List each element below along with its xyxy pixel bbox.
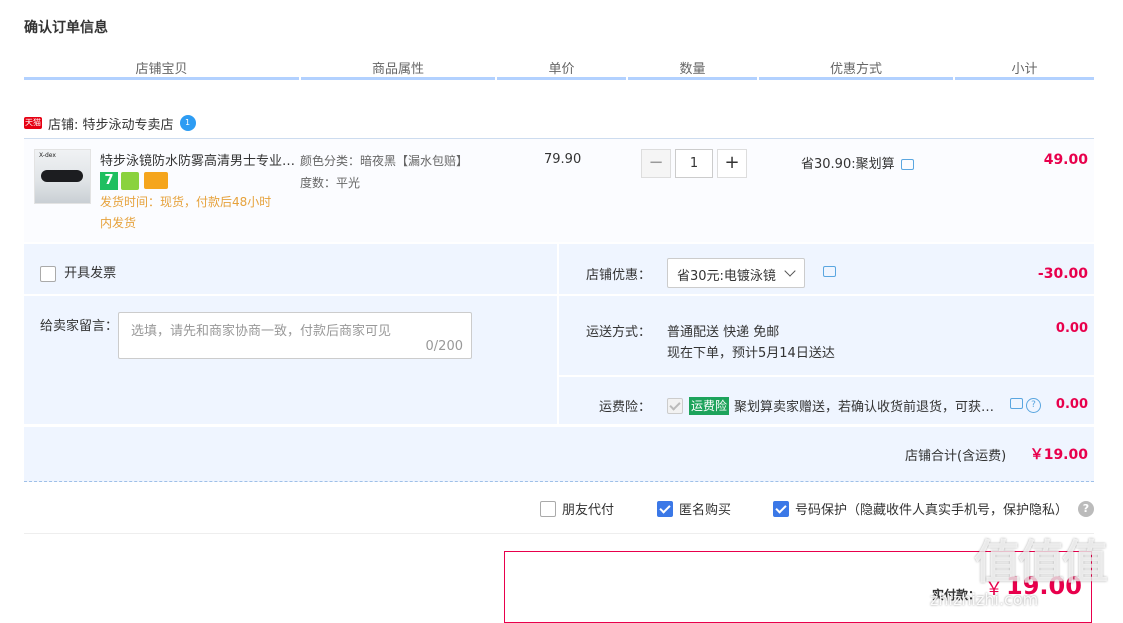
anonymous-checkbox[interactable] bbox=[657, 500, 673, 517]
header-underline bbox=[955, 77, 1094, 80]
product-name-link[interactable]: 特步泳镜防水防雾高清男士专业… bbox=[100, 150, 295, 169]
insurance-tag: 运费险 bbox=[689, 396, 730, 415]
thumbnail-brand: X-dex bbox=[39, 152, 56, 159]
message-label: 给卖家留言： bbox=[40, 319, 119, 334]
number-protect-option[interactable]: 号码保护（隐藏收件人真实手机号，保护隐私） bbox=[773, 499, 1068, 518]
number-protect-label: 号码保护（隐藏收件人真实手机号，保护隐私） bbox=[795, 503, 1069, 518]
shipping-time-note: 发货时间：现货，付款后48小时 内发货 bbox=[100, 192, 295, 234]
chevron-down-icon bbox=[784, 265, 796, 277]
shipping-eta: 现在下单，预计5月14日送达 bbox=[667, 346, 835, 361]
item-subtotal: 49.00 bbox=[1043, 152, 1088, 168]
shipping-time-line2: 内发货 bbox=[100, 216, 137, 230]
invoice-checkbox[interactable] bbox=[40, 265, 56, 282]
anonymous-label: 匿名购买 bbox=[679, 503, 732, 518]
seven-day-return-icon[interactable]: 7 bbox=[100, 172, 118, 190]
row-divider bbox=[559, 375, 1094, 377]
site-watermark-url: zhizhizhi.com bbox=[930, 590, 1039, 609]
message-placeholder: 选填，请先和商家协商一致，付款后商家可见 bbox=[131, 324, 392, 339]
header-underline bbox=[301, 77, 495, 80]
invoice-option[interactable]: 开具发票 bbox=[40, 262, 116, 282]
store-total-amount: ￥19.00 bbox=[1029, 447, 1088, 463]
message-char-count: 0/200 bbox=[425, 339, 463, 354]
comment-icon[interactable] bbox=[823, 266, 836, 277]
attr-degree: 度数：平光 bbox=[300, 176, 361, 190]
page-title: 确认订单信息 bbox=[24, 20, 108, 36]
header-underline bbox=[759, 77, 953, 80]
attr-color: 颜色分类：暗夜黑【漏水包赔】 bbox=[300, 154, 469, 168]
shipping-label: 运送方式： bbox=[586, 325, 652, 340]
quantity-plus-button[interactable]: + bbox=[717, 149, 747, 178]
quantity-minus-button[interactable]: − bbox=[641, 149, 671, 178]
store-discount-select[interactable]: 省30元:电镀泳镜 bbox=[667, 258, 805, 288]
insurance-amount: 0.00 bbox=[1055, 397, 1088, 412]
shop-name-link[interactable]: 店铺: 特步泳动专卖店 bbox=[48, 114, 174, 133]
header-underline bbox=[24, 77, 299, 80]
section-divider bbox=[24, 533, 1094, 534]
insurance-text: 聚划算卖家赠送，若确认收货前退货，可获… bbox=[734, 400, 995, 415]
credit-card-icon[interactable] bbox=[144, 172, 168, 189]
goggles-image bbox=[41, 170, 83, 182]
shipping-method: 普通配送 快递 免邮 bbox=[667, 325, 780, 340]
product-thumbnail[interactable]: X-dex bbox=[34, 149, 91, 204]
insurance-row: 运费险 聚划算卖家赠送，若确认收货前退货，可获… bbox=[667, 396, 994, 415]
help-icon[interactable]: ? bbox=[1078, 501, 1094, 517]
store-discount-amount: -30.00 bbox=[1037, 266, 1088, 282]
store-discount-label: 店铺优惠： bbox=[586, 268, 652, 283]
header-underline bbox=[497, 77, 626, 80]
insurance-checkbox bbox=[667, 397, 683, 414]
seller-message-input[interactable]: 选填，请先和商家协商一致，付款后商家可见 0/200 bbox=[118, 312, 472, 359]
anonymous-option[interactable]: 匿名购买 bbox=[657, 499, 731, 518]
invoice-label: 开具发票 bbox=[64, 266, 117, 281]
friend-pay-checkbox[interactable] bbox=[540, 500, 556, 517]
store-total-label: 店铺合计(含运费) bbox=[905, 449, 1007, 464]
insurance-label: 运费险： bbox=[599, 400, 652, 415]
tmall-badge-icon: 天猫 bbox=[24, 117, 42, 129]
shop-row: 天猫 店铺: 特步泳动专卖店 1 bbox=[24, 112, 196, 134]
item-promo: 省30.90:聚划算 bbox=[801, 153, 914, 172]
wangwang-chat-icon[interactable]: 1 bbox=[179, 115, 196, 131]
comment-icon[interactable] bbox=[900, 159, 914, 170]
row-divider bbox=[559, 294, 1094, 296]
unit-price: 79.90 bbox=[544, 152, 582, 167]
friend-pay-label: 朋友代付 bbox=[562, 503, 615, 518]
panel-divider bbox=[557, 244, 559, 424]
header-underline bbox=[628, 77, 757, 80]
guarantee-icon[interactable] bbox=[121, 172, 139, 190]
shipping-amount: 0.00 bbox=[1055, 321, 1088, 336]
quantity-input[interactable]: 1 bbox=[675, 149, 713, 178]
shipping-time-line1: 发货时间：现货，付款后48小时 bbox=[100, 195, 272, 209]
friend-pay-option[interactable]: 朋友代付 bbox=[540, 499, 614, 518]
quantity-stepper: − 1 + bbox=[641, 149, 747, 178]
promo-text: 省30.90:聚划算 bbox=[801, 157, 895, 172]
service-badges: 7 bbox=[100, 172, 168, 190]
site-watermark: 值值值 bbox=[974, 535, 1108, 589]
number-protect-checkbox[interactable] bbox=[773, 500, 789, 517]
store-discount-selected: 省30元:电镀泳镜 bbox=[677, 269, 776, 284]
panel-divider bbox=[24, 294, 557, 296]
